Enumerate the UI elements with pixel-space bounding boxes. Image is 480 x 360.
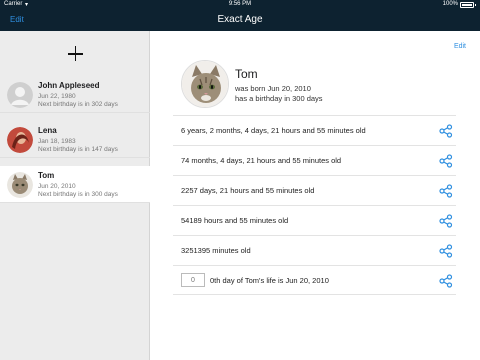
person-item-john[interactable]: John Appleseed Jun 22, 1980 Next birthda…: [0, 76, 150, 113]
age-row-minutes: 3251395 minutes old: [173, 235, 456, 265]
add-person-button[interactable]: [0, 31, 150, 76]
share-icon[interactable]: [438, 273, 454, 289]
detail-edit-button[interactable]: Edit: [454, 43, 466, 50]
share-icon[interactable]: [438, 153, 454, 169]
person-name-title: Tom: [235, 67, 258, 81]
age-row-ymd: 6 years, 2 months, 4 days, 21 hours and …: [173, 115, 456, 145]
day-number-input[interactable]: [181, 273, 205, 287]
status-bar: Carrier ▾ 9:56 PM 100%: [0, 0, 480, 10]
share-icon[interactable]: [438, 243, 454, 259]
person-birthdate: Jun 22, 1980: [38, 93, 76, 100]
person-next-birthday: Next birthday is in 302 days: [38, 101, 118, 108]
person-item-lena[interactable]: Lena Jan 18, 1983 Next birthday is in 14…: [0, 121, 150, 158]
battery-icon: [460, 2, 476, 8]
share-icon[interactable]: [438, 183, 454, 199]
person-name: Tom: [38, 171, 55, 180]
person-name: John Appleseed: [38, 81, 100, 90]
age-text: 6 years, 2 months, 4 days, 21 hours and …: [181, 126, 366, 135]
day-of-life-row: 0th day of Tom's life is Jun 20, 2010: [173, 265, 456, 295]
person-birthdate: Jan 18, 1983: [38, 138, 76, 145]
day-of-life-text: 0th day of Tom's life is Jun 20, 2010: [210, 276, 329, 285]
age-row-months: 74 months, 4 days, 21 hours and 55 minut…: [173, 145, 456, 175]
age-row-hours: 54189 hours and 55 minutes old: [173, 205, 456, 235]
battery-percent: 100%: [442, 1, 458, 7]
clock: 9:56 PM: [228, 1, 252, 7]
age-text: 2257 days, 21 hours and 55 minutes old: [181, 186, 315, 195]
age-text: 54189 hours and 55 minutes old: [181, 216, 289, 225]
person-next-birthday: Next birthday is in 147 days: [38, 146, 118, 153]
share-icon[interactable]: [438, 213, 454, 229]
people-sidebar: John Appleseed Jun 22, 1980 Next birthda…: [0, 31, 150, 360]
person-item-tom[interactable]: Tom Jun 20, 2010 Next birthday is in 300…: [0, 166, 150, 203]
person-next-birthday: Next birthday is in 300 days: [38, 191, 118, 198]
next-birthday-text: has a birthday in 300 days: [235, 94, 323, 103]
age-row-days: 2257 days, 21 hours and 55 minutes old: [173, 175, 456, 205]
navigation-bar: Edit Exact Age: [0, 10, 480, 31]
age-text: 3251395 minutes old: [181, 246, 251, 255]
plus-icon: [67, 46, 83, 61]
app-title: Exact Age: [217, 14, 263, 25]
person-name: Lena: [38, 126, 57, 135]
battery-level: [462, 4, 472, 6]
share-icon[interactable]: [438, 123, 454, 139]
cat-avatar: [181, 60, 229, 108]
default-person-icon: [7, 82, 33, 108]
birth-date-text: was born Jun 20, 2010: [235, 84, 311, 93]
cat-avatar: [7, 172, 33, 198]
age-text: 74 months, 4 days, 21 hours and 55 minut…: [181, 156, 342, 165]
person-birthdate: Jun 20, 2010: [38, 183, 76, 190]
detail-pane: Edit Tom was born Jun 20, 2010 has a bir…: [151, 31, 480, 360]
photo-avatar: [7, 127, 33, 153]
